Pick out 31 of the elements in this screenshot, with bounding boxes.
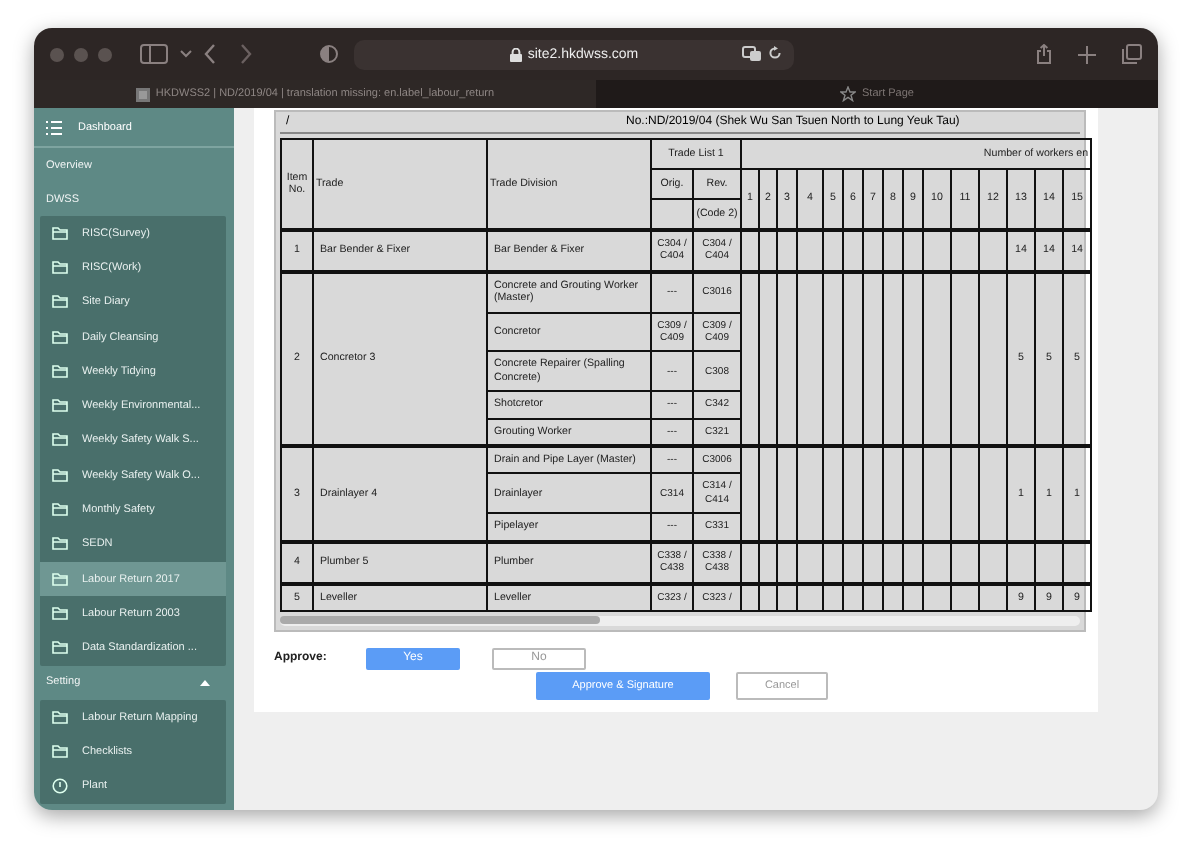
folder-icon — [52, 571, 68, 588]
sidebar-toggle-icon[interactable] — [140, 44, 168, 64]
folder-icon — [52, 502, 68, 519]
folder-icon — [52, 259, 68, 276]
folder-icon — [52, 640, 68, 657]
star-icon — [840, 86, 856, 102]
folder-icon — [52, 432, 68, 449]
folder-icon — [52, 467, 68, 484]
shield-icon[interactable] — [320, 44, 338, 64]
folder-icon — [52, 398, 68, 415]
folder-icon — [52, 536, 68, 553]
folder-icon — [52, 294, 68, 311]
share-icon[interactable] — [1036, 44, 1052, 64]
chevron-down-icon[interactable] — [180, 50, 192, 58]
tabs-overview-icon[interactable] — [1122, 44, 1142, 64]
horizontal-scrollbar[interactable] — [280, 615, 1080, 626]
folder-icon — [52, 329, 68, 346]
folder-icon — [52, 605, 68, 622]
scrollbar-thumb[interactable] — [280, 615, 600, 624]
lock-icon — [509, 47, 522, 61]
folder-icon — [52, 743, 68, 760]
reload-icon[interactable] — [768, 46, 782, 60]
folder-icon — [52, 709, 68, 725]
folder-icon — [52, 225, 68, 242]
translate-icon[interactable] — [742, 45, 762, 61]
list-icon — [46, 119, 62, 135]
forward-icon[interactable] — [240, 44, 252, 64]
plus-icon[interactable] — [1078, 45, 1096, 63]
folder-icon — [52, 363, 68, 380]
favicon-icon — [135, 87, 150, 101]
back-icon[interactable] — [204, 44, 216, 64]
